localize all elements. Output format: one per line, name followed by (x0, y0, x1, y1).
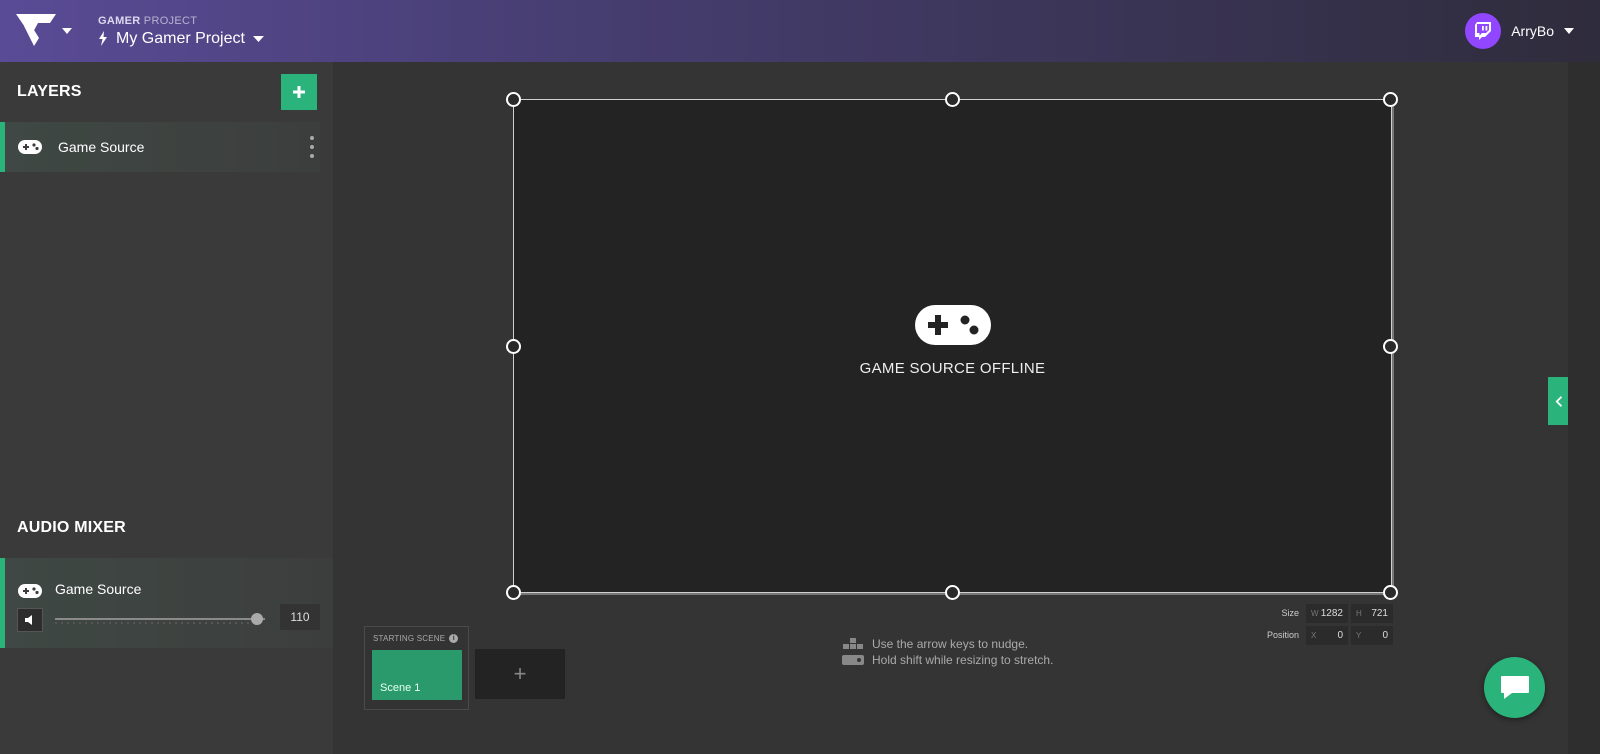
add-layer-button[interactable] (281, 74, 317, 110)
resize-handle-bottom[interactable] (945, 585, 960, 600)
size-controls: Size W 1282 H 721 (1259, 603, 1396, 623)
mixer-item-game-source: Game Source 110 (0, 558, 333, 648)
project-dropdown[interactable]: My Gamer Project (98, 30, 264, 48)
scene-label: Scene 1 (380, 682, 421, 694)
scene-thumbnail[interactable]: Scene 1 (372, 650, 462, 700)
chat-button[interactable] (1484, 657, 1545, 718)
arrow-keys-icon (843, 638, 863, 649)
twitch-icon (1475, 22, 1492, 40)
layers-title: LAYERS (17, 83, 82, 100)
audio-mixer-title: AUDIO MIXER (17, 519, 126, 536)
size-label: Size (1281, 608, 1299, 618)
hint-nudge: Use the arrow keys to nudge. (842, 636, 1053, 652)
offline-text: GAME SOURCE OFFLINE (859, 360, 1046, 377)
chevron-left-icon (1555, 395, 1562, 407)
volume-slider-track[interactable] (55, 618, 265, 620)
username: ArryBo (1511, 23, 1554, 39)
starting-scene-label: STARTING SCENE i (373, 634, 459, 643)
resize-handle-bottom-left[interactable] (506, 585, 521, 600)
offline-indicator: GAME SOURCE OFFLINE (514, 305, 1391, 377)
right-panel-edge (1568, 62, 1600, 754)
mute-button[interactable] (17, 608, 43, 632)
project-name: My Gamer Project (116, 29, 245, 47)
bolt-icon (99, 31, 107, 46)
chevron-down-icon (62, 28, 72, 34)
gamepad-icon (18, 140, 42, 154)
plus-icon (293, 86, 305, 98)
height-field[interactable]: H 721 (1351, 603, 1393, 623)
layer-label: Game Source (58, 139, 145, 155)
chat-icon (1500, 675, 1529, 699)
resize-handle-top-left[interactable] (506, 92, 521, 107)
avatar (1465, 13, 1502, 49)
preview-canvas[interactable]: GAME SOURCE OFFLINE (513, 99, 1392, 593)
layer-item-game-source[interactable]: Game Source (0, 122, 320, 172)
volume-slider-ticks (55, 622, 265, 624)
app-logo-menu[interactable] (0, 0, 86, 62)
y-field[interactable]: Y0 (1351, 625, 1393, 645)
more-options-icon[interactable] (308, 136, 316, 158)
resize-handle-left[interactable] (506, 339, 521, 354)
volume-slider-handle[interactable] (250, 613, 263, 625)
project-selector: GAMER PROJECT My Gamer Project (98, 15, 264, 48)
shift-key-icon (842, 655, 864, 665)
add-scene-button[interactable]: + (475, 649, 565, 699)
chevron-down-icon (1564, 28, 1574, 34)
user-menu[interactable]: ArryBo (1465, 13, 1574, 49)
keyboard-hints: Use the arrow keys to nudge. Hold shift … (842, 636, 1053, 668)
position-controls: Position X0 Y0 (1259, 625, 1396, 645)
starting-scene-panel: STARTING SCENE i Scene 1 (364, 626, 469, 710)
gamepad-icon (914, 305, 991, 345)
project-label: GAMER PROJECT (98, 14, 198, 27)
x-field[interactable]: X0 (1306, 625, 1348, 645)
top-header: GAMER PROJECT My Gamer Project ArryBo (0, 0, 1600, 62)
volume-value[interactable]: 110 (280, 604, 320, 630)
position-label: Position (1266, 630, 1299, 640)
resize-handle-top-right[interactable] (1383, 92, 1398, 107)
sidebar: LAYERS Game Source AUDIO MIXER Game Sour… (0, 62, 333, 754)
width-field[interactable]: W 1282 (1306, 603, 1348, 623)
speaker-icon (25, 615, 32, 625)
mixer-label: Game Source (55, 581, 142, 597)
resize-handle-top[interactable] (945, 92, 960, 107)
resize-handle-right[interactable] (1383, 339, 1398, 354)
chevron-down-icon (252, 35, 264, 42)
info-icon[interactable]: i (449, 634, 459, 643)
gamepad-icon (18, 584, 42, 598)
hint-stretch: Hold shift while resizing to stretch. (842, 652, 1053, 668)
logo-icon (16, 14, 56, 46)
expand-panel-tab[interactable] (1548, 377, 1568, 425)
resize-handle-bottom-right[interactable] (1383, 585, 1398, 600)
